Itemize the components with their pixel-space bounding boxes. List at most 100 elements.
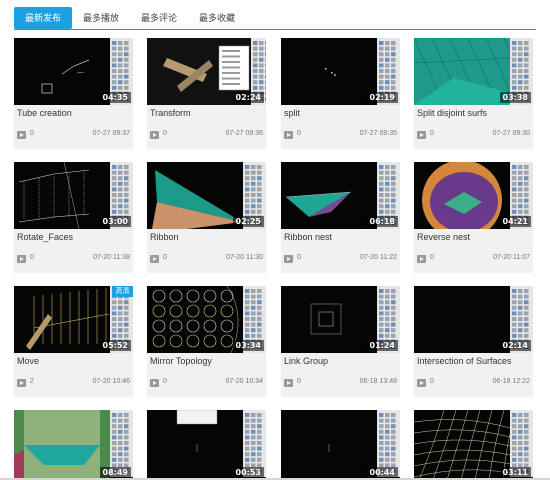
video-title[interactable]: Ribbon nest: [284, 232, 332, 242]
video-card[interactable]: 03:11: [414, 410, 533, 480]
video-card[interactable]: 03:00 Rotate_Faces 0 07-20 11:38: [14, 162, 133, 273]
play-count: 0: [163, 130, 167, 137]
video-thumbnail[interactable]: 08:49: [14, 410, 133, 480]
video-card[interactable]: 04:35 Tube creation 0 07-27 09:37: [14, 38, 133, 149]
play-count-icon: [284, 379, 293, 387]
video-thumbnail[interactable]: 03:11: [414, 410, 533, 480]
video-title[interactable]: Intersection of Surfaces: [417, 356, 512, 366]
video-duration: 00:53: [232, 467, 264, 478]
video-card[interactable]: 05:52 高清 Move 2 07-20 10:46: [14, 286, 133, 397]
video-duration: 03:38: [499, 92, 531, 103]
publish-date: 07-27 09:37: [92, 130, 130, 137]
video-title[interactable]: Transform: [150, 108, 191, 118]
tab-most-commented[interactable]: 最多评论: [130, 7, 188, 29]
video-duration: 00:44: [366, 467, 398, 478]
play-count-icon: [150, 255, 159, 263]
video-meta: 0 07-27 09:35: [284, 130, 397, 142]
publish-date: 06-18 12:22: [492, 378, 530, 385]
video-duration: 03:00: [99, 216, 131, 227]
video-title[interactable]: Rotate_Faces: [17, 232, 73, 242]
video-meta: 0 06-18 12:22: [417, 378, 530, 390]
play-count-icon: [17, 379, 26, 387]
video-meta: 2 07-20 10:46: [17, 378, 130, 390]
video-card[interactable]: 01:24 Link Group 0 06-18 13:48: [281, 286, 400, 397]
video-title[interactable]: Move: [17, 356, 39, 366]
video-thumbnail[interactable]: 03:38: [414, 38, 533, 105]
play-count-icon: [150, 379, 159, 387]
publish-date: 07-27 09:36: [225, 130, 263, 137]
publish-date: 07-20 10:46: [92, 378, 130, 385]
video-card[interactable]: 00:53: [147, 410, 266, 480]
tab-divider: [14, 29, 536, 30]
video-thumbnail[interactable]: 02:24: [147, 38, 266, 105]
video-card[interactable]: 04:21 Reverse nest 0 07-20 11:07: [414, 162, 533, 273]
play-count: 0: [30, 254, 34, 261]
video-duration: 08:49: [99, 467, 131, 478]
video-duration: 03:11: [499, 467, 531, 478]
play-count-icon: [284, 255, 293, 263]
publish-date: 06-18 13:48: [359, 378, 397, 385]
video-meta: 0 07-20 11:30: [150, 254, 263, 266]
video-duration: 05:52: [99, 340, 131, 351]
video-thumbnail[interactable]: 02:14: [414, 286, 533, 353]
video-title[interactable]: Ribbon: [150, 232, 179, 242]
publish-date: 07-27 09:30: [492, 130, 530, 137]
video-meta: 0 07-27 09:37: [17, 130, 130, 142]
video-meta: 0 07-27 09:30: [417, 130, 530, 142]
tab-most-played[interactable]: 最多播放: [72, 7, 130, 29]
video-thumbnail[interactable]: 01:24: [281, 286, 400, 353]
video-thumbnail[interactable]: 00:53: [147, 410, 266, 480]
video-duration: 06:18: [366, 216, 398, 227]
video-card[interactable]: 02:25 Ribbon 0 07-20 11:30: [147, 162, 266, 273]
video-duration: 04:21: [499, 216, 531, 227]
video-card[interactable]: 02:19 split 0 07-27 09:35: [281, 38, 400, 149]
play-count: 0: [163, 254, 167, 261]
video-thumbnail[interactable]: 04:35: [14, 38, 133, 105]
tab-latest[interactable]: 最新发布: [14, 7, 73, 29]
video-thumbnail[interactable]: 06:18: [281, 162, 400, 229]
video-thumbnail[interactable]: 00:44: [281, 410, 400, 480]
video-title[interactable]: Link Group: [284, 356, 328, 366]
video-meta: 0 07-20 11:22: [284, 254, 397, 266]
video-thumbnail[interactable]: 03:34: [147, 286, 266, 353]
play-count-icon: [417, 255, 426, 263]
video-title[interactable]: Mirror Topology: [150, 356, 212, 366]
sort-tabs: 最新发布 最多播放 最多评论 最多收藏: [14, 7, 246, 29]
play-count: 0: [297, 254, 301, 261]
play-count: 0: [430, 378, 434, 385]
video-card[interactable]: 03:38 Split disjoint surfs 0 07-27 09:30: [414, 38, 533, 149]
video-card[interactable]: 00:44: [281, 410, 400, 480]
play-count-icon: [417, 379, 426, 387]
video-thumbnail[interactable]: 02:19: [281, 38, 400, 105]
video-card[interactable]: 08:49: [14, 410, 133, 480]
play-count: 0: [297, 130, 301, 137]
video-title[interactable]: Reverse nest: [417, 232, 470, 242]
video-meta: 0 06-18 13:48: [284, 378, 397, 390]
video-card[interactable]: 02:24 Transform 0 07-27 09:36: [147, 38, 266, 149]
video-thumbnail[interactable]: 02:25: [147, 162, 266, 229]
play-count-icon: [17, 131, 26, 139]
video-duration: 01:24: [366, 340, 398, 351]
video-card[interactable]: 06:18 Ribbon nest 0 07-20 11:22: [281, 162, 400, 273]
video-meta: 0 07-20 10:34: [150, 378, 263, 390]
play-count-icon: [284, 131, 293, 139]
video-title[interactable]: Split disjoint surfs: [417, 108, 487, 118]
play-count-icon: [150, 131, 159, 139]
video-duration: 04:35: [99, 92, 131, 103]
publish-date: 07-20 11:22: [360, 254, 397, 261]
video-thumbnail[interactable]: 05:52 高清: [14, 286, 133, 353]
publish-date: 07-20 10:34: [225, 378, 263, 385]
publish-date: 07-20 11:38: [93, 254, 130, 261]
video-card[interactable]: 03:34 Mirror Topology 0 07-20 10:34: [147, 286, 266, 397]
video-title[interactable]: Tube creation: [17, 108, 72, 118]
tab-most-favorited[interactable]: 最多收藏: [188, 7, 246, 29]
video-card[interactable]: 02:14 Intersection of Surfaces 0 06-18 12:2…: [414, 286, 533, 397]
video-thumbnail[interactable]: 03:00: [14, 162, 133, 229]
video-duration: 03:34: [232, 340, 264, 351]
video-title[interactable]: split: [284, 108, 300, 118]
play-count-icon: [17, 255, 26, 263]
play-count: 0: [297, 378, 301, 385]
play-count: 0: [30, 130, 34, 137]
play-count-icon: [417, 131, 426, 139]
video-thumbnail[interactable]: 04:21: [414, 162, 533, 229]
